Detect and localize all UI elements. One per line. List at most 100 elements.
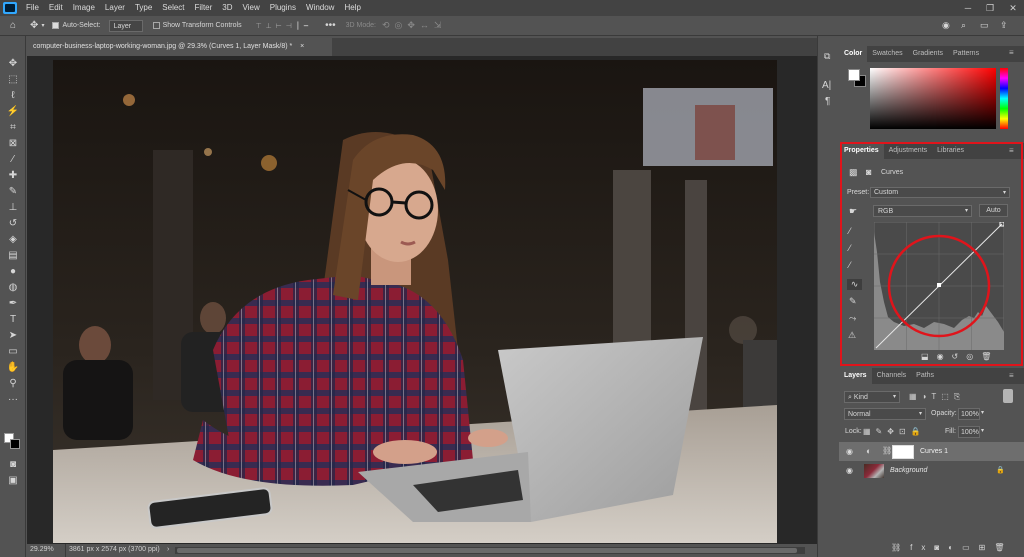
screen-mode-icon[interactable]: ▣ <box>5 474 21 488</box>
menu-view[interactable]: View <box>238 0 265 16</box>
auto-select-checkbox[interactable] <box>52 22 60 29</box>
blend-mode-select[interactable]: Normal ▾ <box>844 408 926 420</box>
horizontal-scrollbar[interactable] <box>175 547 805 554</box>
dodge-icon[interactable]: ◍ <box>5 281 21 295</box>
align-icons[interactable]: ⊤ ⊥ ⊢ ⊣ ┃ ━ <box>256 22 310 30</box>
lasso-icon[interactable]: ℓ <box>5 89 21 103</box>
color-fg-swatch[interactable] <box>848 69 860 81</box>
filter-toggle[interactable] <box>1003 389 1013 403</box>
workspace-icon[interactable]: ▭ <box>980 20 989 31</box>
close-tab-icon[interactable]: × <box>300 43 304 50</box>
eyedropper-icon[interactable]: ⁄ <box>5 153 21 167</box>
tab-paths[interactable]: Paths <box>911 368 939 384</box>
new-group-icon[interactable]: ▭ <box>962 543 979 552</box>
stamp-icon[interactable]: ⊥ <box>5 201 21 215</box>
targeted-adjust-icon[interactable]: ☛ <box>849 206 857 217</box>
brush-icon[interactable]: ✎ <box>5 185 21 199</box>
curves-adjustment-icon[interactable]: ▩ <box>849 167 858 178</box>
reset-icon[interactable]: ↺ <box>952 352 967 361</box>
auto-button[interactable]: Auto <box>979 204 1008 217</box>
tab-libraries[interactable]: Libraries <box>932 143 969 159</box>
new-layer-icon[interactable]: ⊞ <box>979 543 995 552</box>
minimize-icon[interactable]: ─ <box>958 0 978 16</box>
layer-name[interactable]: Background <box>890 467 927 474</box>
layer-row-curves[interactable]: ◉ ◐ ⛓ Curves 1 <box>839 442 1024 461</box>
tab-patterns[interactable]: Patterns <box>948 46 984 62</box>
home-icon[interactable]: ⌂ <box>10 20 16 31</box>
history-icon[interactable]: ⧉ <box>824 51 830 62</box>
zoom-icon[interactable]: ⚲ <box>5 377 21 391</box>
channel-select[interactable]: RGB ▾ <box>873 205 972 217</box>
clip-to-layer-icon[interactable]: ⬓ <box>921 352 937 361</box>
maximize-icon[interactable]: ❐ <box>980 0 1000 16</box>
menu-type[interactable]: Type <box>130 0 157 16</box>
menu-filter[interactable]: Filter <box>190 0 218 16</box>
gray-point-eyedropper-icon[interactable]: ⁄ <box>849 243 851 253</box>
character-icon[interactable]: A| <box>822 80 831 91</box>
show-transform-option[interactable]: Show Transform Controls <box>152 19 242 32</box>
smooth-curve-icon[interactable]: ⤳ <box>849 313 856 324</box>
menu-image[interactable]: Image <box>68 0 100 16</box>
close-window-icon[interactable]: ✕ <box>1003 0 1023 16</box>
curves-graph[interactable] <box>874 222 1004 350</box>
paragraph-icon[interactable]: ¶ <box>825 96 830 107</box>
marquee-icon[interactable]: ⬚ <box>5 73 21 87</box>
lock-icons[interactable]: ▦✎✥⊡🔒 <box>863 427 926 436</box>
gradient-icon[interactable]: ▤ <box>5 249 21 263</box>
preset-select[interactable]: Custom ▾ <box>870 187 1010 198</box>
auto-select-target-select[interactable]: Layer <box>108 19 143 32</box>
curve-point[interactable] <box>937 283 941 287</box>
link-layers-icon[interactable]: ⛓ <box>891 543 910 552</box>
crop-icon[interactable]: ⌗ <box>5 121 21 135</box>
quick-mask-icon[interactable]: ◙ <box>5 458 21 472</box>
new-adjustment-icon[interactable]: ◐ <box>948 543 962 552</box>
visibility-icon[interactable]: ◎ <box>966 352 981 361</box>
frame-icon[interactable]: ⊠ <box>5 137 21 151</box>
more-options-icon[interactable]: ••• <box>325 20 336 31</box>
white-point-eyedropper-icon[interactable]: ⁄ <box>849 260 851 270</box>
black-point-eyedropper-icon[interactable]: ⁄ <box>849 226 851 236</box>
menu-layer[interactable]: Layer <box>100 0 130 16</box>
delete-layer-icon[interactable]: 🗑 <box>994 543 1013 552</box>
zoom-level[interactable]: 29.29% <box>30 546 54 553</box>
history-brush-icon[interactable]: ↺ <box>5 217 21 231</box>
shape-icon[interactable]: ▭ <box>5 345 21 359</box>
add-mask-icon[interactable]: ◙ <box>934 543 948 552</box>
lock-icon[interactable]: 🔒 <box>996 466 1005 474</box>
status-arrow-icon[interactable]: › <box>167 546 169 553</box>
healing-icon[interactable]: ✚ <box>5 169 21 183</box>
menu-plugins[interactable]: Plugins <box>265 0 301 16</box>
layer-name[interactable]: Curves 1 <box>920 448 948 455</box>
type-icon[interactable]: T <box>5 313 21 327</box>
tab-gradients[interactable]: Gradients <box>908 46 948 62</box>
fill-input[interactable]: 100% <box>958 426 980 438</box>
hand-icon[interactable]: ✋ <box>5 361 21 375</box>
menu-select[interactable]: Select <box>157 0 189 16</box>
color-field[interactable] <box>870 68 996 129</box>
fx-icon[interactable]: fx <box>910 543 934 552</box>
layer-filter-icons[interactable]: ▦◑T⬚⎘ <box>909 392 965 402</box>
layers-menu-icon[interactable]: ≡ <box>1009 371 1014 380</box>
chevron-down-icon[interactable]: ▾ <box>41 22 44 29</box>
curve-points-icon[interactable]: ∿ <box>847 279 862 290</box>
document-info[interactable]: 3861 px x 2574 px (3700 ppi) <box>69 546 160 553</box>
tab-adjustments[interactable]: Adjustments <box>884 143 933 159</box>
link-icon[interactable]: ⛓ <box>882 446 892 455</box>
magic-wand-icon[interactable]: ⚡ <box>5 105 21 119</box>
visibility-eye-icon[interactable]: ◉ <box>846 466 853 475</box>
view-previous-icon[interactable]: ◉ <box>937 352 952 361</box>
properties-menu-icon[interactable]: ≡ <box>1009 146 1014 155</box>
eraser-icon[interactable]: ◈ <box>5 233 21 247</box>
move-tool-icon[interactable]: ✥ <box>30 20 38 31</box>
opacity-input[interactable]: 100% <box>958 408 980 420</box>
delete-icon[interactable]: 🗑 <box>981 352 999 361</box>
show-transform-checkbox[interactable] <box>152 22 160 29</box>
more-tools-icon[interactable]: ··· <box>5 393 21 407</box>
tab-swatches[interactable]: Swatches <box>867 46 907 62</box>
color-panel-menu-icon[interactable]: ≡ <box>1009 48 1014 57</box>
fill-chevron-icon[interactable]: ▾ <box>981 427 984 434</box>
tab-properties[interactable]: Properties <box>839 143 884 159</box>
auto-select-option[interactable]: Auto-Select: <box>52 19 101 32</box>
visibility-eye-icon[interactable]: ◉ <box>846 447 853 456</box>
menu-edit[interactable]: Edit <box>44 0 68 16</box>
